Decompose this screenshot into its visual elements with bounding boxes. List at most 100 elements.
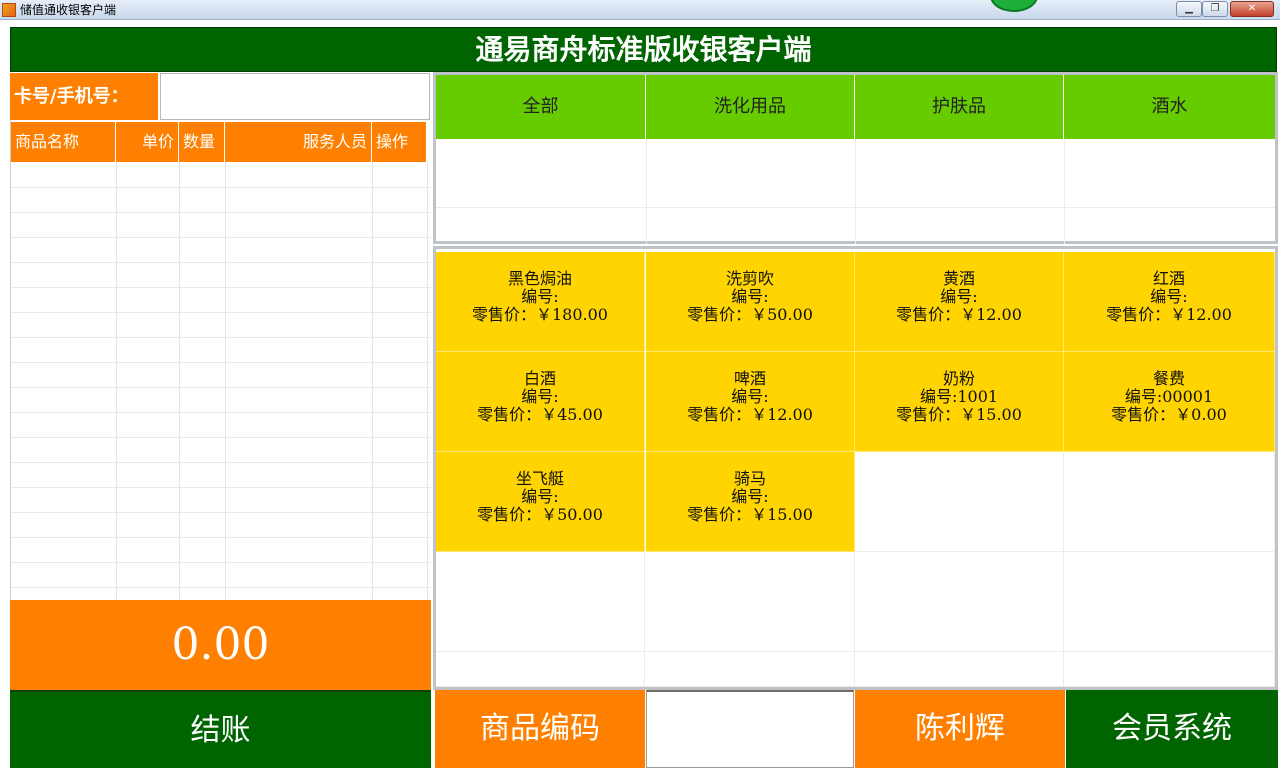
cart-divider bbox=[116, 162, 117, 600]
product-code: 编号: bbox=[940, 287, 978, 306]
product-code: 编号: bbox=[731, 287, 769, 306]
table-row bbox=[11, 337, 431, 338]
category-divider bbox=[436, 207, 1275, 208]
table-row bbox=[11, 362, 431, 363]
product-tile[interactable]: 红酒 编号: 零售价：￥12.00 bbox=[1064, 252, 1275, 352]
product-tile[interactable]: 白酒 编号: 零售价：￥45.00 bbox=[436, 352, 645, 452]
table-row bbox=[11, 462, 431, 463]
product-code: 编号:1001 bbox=[919, 387, 999, 406]
empty-product-slot bbox=[646, 552, 855, 652]
cart-col-name[interactable]: 商品名称 bbox=[11, 122, 116, 162]
checkout-button[interactable]: 结账 bbox=[10, 690, 431, 768]
product-name: 啤酒 bbox=[733, 369, 766, 388]
cart-col-staff[interactable]: 服务人员 bbox=[225, 122, 372, 162]
product-code: 编号: bbox=[521, 387, 559, 406]
card-phone-label: 卡号/手机号： bbox=[10, 73, 158, 120]
product-price: 零售价：￥12.00 bbox=[896, 305, 1022, 324]
product-name: 坐飞艇 bbox=[515, 469, 564, 488]
product-tile[interactable]: 黄酒 编号: 零售价：￥12.00 bbox=[855, 252, 1064, 352]
empty-product-slot bbox=[855, 552, 1064, 652]
product-name: 骑马 bbox=[733, 469, 766, 488]
table-row bbox=[11, 387, 431, 388]
cart-col-price[interactable]: 单价 bbox=[116, 122, 179, 162]
category-panel: 全部 洗化用品 护肤品 酒水 bbox=[433, 72, 1278, 244]
product-tile[interactable]: 洗剪吹 编号: 零售价：￥50.00 bbox=[646, 252, 855, 352]
table-row bbox=[11, 512, 431, 513]
category-divider bbox=[855, 139, 856, 244]
product-name: 奶粉 bbox=[942, 369, 975, 388]
category-tab-all[interactable]: 全部 bbox=[436, 75, 646, 139]
product-price: 零售价：￥50.00 bbox=[477, 505, 603, 524]
product-code: 编号: bbox=[731, 387, 769, 406]
product-tile[interactable]: 啤酒 编号: 零售价：￥12.00 bbox=[646, 352, 855, 452]
table-row bbox=[11, 312, 431, 313]
product-tile[interactable]: 餐费 编号:00001 零售价：￥0.00 bbox=[1064, 352, 1275, 452]
window-title: 储值通收银客户端 bbox=[20, 3, 117, 17]
product-code: 编号:00001 bbox=[1124, 387, 1214, 406]
product-name: 黄酒 bbox=[942, 269, 975, 288]
product-code: 编号: bbox=[521, 487, 559, 506]
product-tile[interactable]: 骑马 编号: 零售价：￥15.00 bbox=[646, 452, 855, 552]
product-name: 黑色焗油 bbox=[507, 269, 572, 288]
maximize-button[interactable]: ❐ bbox=[1202, 1, 1228, 17]
table-row bbox=[11, 237, 431, 238]
product-code: 编号: bbox=[1150, 287, 1188, 306]
product-name: 白酒 bbox=[523, 369, 556, 388]
member-system-button[interactable]: 会员系统 bbox=[1066, 690, 1278, 768]
empty-product-slot bbox=[1064, 452, 1275, 552]
category-tab-skincare[interactable]: 护肤品 bbox=[855, 75, 1064, 139]
table-row bbox=[11, 262, 431, 263]
table-row bbox=[11, 537, 431, 538]
product-price: 零售价：￥15.00 bbox=[896, 405, 1022, 424]
product-price: 零售价：￥0.00 bbox=[1111, 405, 1227, 424]
product-tile[interactable]: 坐飞艇 编号: 零售价：￥50.00 bbox=[436, 452, 645, 552]
table-row bbox=[11, 212, 431, 213]
product-code: 编号: bbox=[731, 487, 769, 506]
close-button[interactable]: ✕ bbox=[1230, 1, 1274, 17]
table-row bbox=[11, 587, 431, 588]
cart-col-action[interactable]: 操作 bbox=[372, 122, 427, 162]
empty-product-slot bbox=[855, 652, 1064, 687]
empty-product-slot bbox=[1064, 552, 1275, 652]
product-price: 零售价：￥12.00 bbox=[1106, 305, 1232, 324]
cart-grid[interactable]: 商品名称 单价 数量 服务人员 操作 bbox=[10, 120, 431, 600]
category-tab-drinks[interactable]: 酒水 bbox=[1064, 75, 1275, 139]
product-price: 零售价：￥45.00 bbox=[477, 405, 603, 424]
empty-product-slot bbox=[436, 652, 645, 687]
product-name: 红酒 bbox=[1152, 269, 1185, 288]
minimize-button[interactable]: ▁ bbox=[1176, 1, 1202, 17]
staff-button[interactable]: 陈利辉 bbox=[855, 690, 1065, 768]
total-amount: 0.00 bbox=[10, 600, 431, 690]
table-row bbox=[11, 287, 431, 288]
empty-product-slot bbox=[1064, 652, 1275, 687]
cart-col-qty[interactable]: 数量 bbox=[179, 122, 225, 162]
category-tab-toiletries[interactable]: 洗化用品 bbox=[646, 75, 855, 139]
product-name: 餐费 bbox=[1152, 369, 1185, 388]
table-row bbox=[11, 437, 431, 438]
app-icon bbox=[2, 3, 16, 17]
table-row bbox=[11, 187, 431, 188]
cart-divider bbox=[372, 162, 373, 600]
empty-product-slot bbox=[855, 452, 1064, 552]
product-code: 编号: bbox=[521, 287, 559, 306]
cart-divider bbox=[225, 162, 226, 600]
product-name: 洗剪吹 bbox=[725, 269, 774, 288]
product-price: 零售价：￥50.00 bbox=[687, 305, 813, 324]
table-row bbox=[11, 412, 431, 413]
category-divider bbox=[1064, 139, 1065, 244]
product-price: 零售价：￥12.00 bbox=[687, 405, 813, 424]
product-tile[interactable]: 黑色焗油 编号: 零售价：￥180.00 bbox=[436, 252, 645, 352]
window-title-bar bbox=[0, 0, 1280, 20]
cart-divider bbox=[179, 162, 180, 600]
product-tile[interactable]: 奶粉 编号:1001 零售价：￥15.00 bbox=[855, 352, 1064, 452]
card-phone-input[interactable] bbox=[160, 73, 430, 120]
product-price: 零售价：￥15.00 bbox=[687, 505, 813, 524]
cart-divider bbox=[427, 162, 428, 600]
product-code-input[interactable] bbox=[646, 690, 854, 768]
empty-product-slot bbox=[646, 652, 855, 687]
category-divider bbox=[646, 139, 647, 244]
product-price: 零售价：￥180.00 bbox=[472, 305, 608, 324]
table-row bbox=[11, 487, 431, 488]
product-panel: 黑色焗油 编号: 零售价：￥180.00 洗剪吹 编号: 零售价：￥50.00 … bbox=[433, 246, 1278, 690]
product-code-label: 商品编码 bbox=[435, 690, 645, 768]
